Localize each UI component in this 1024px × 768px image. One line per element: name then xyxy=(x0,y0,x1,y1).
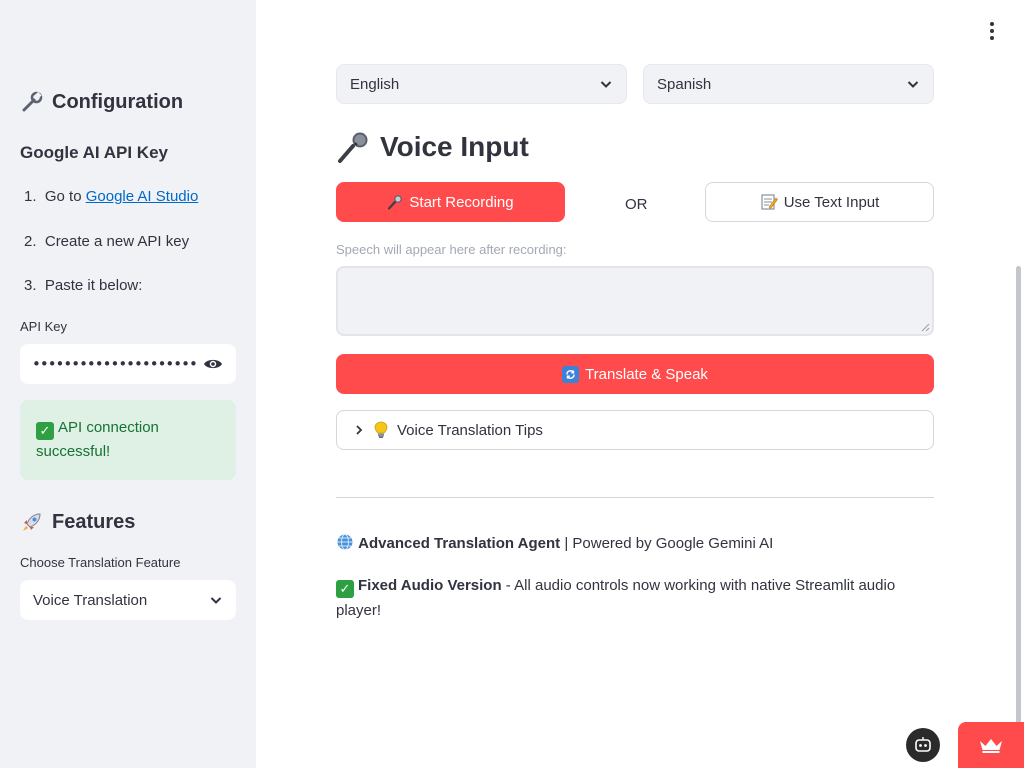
eye-icon[interactable] xyxy=(202,353,224,375)
memo-icon xyxy=(760,193,778,211)
crown-badge-icon[interactable] xyxy=(958,722,1024,768)
step-1: 1. Go to Google AI Studio xyxy=(24,188,198,205)
step-number: 1. xyxy=(24,188,37,205)
source-language-value: English xyxy=(350,75,400,93)
wrench-icon xyxy=(20,90,44,114)
resize-handle-icon[interactable] xyxy=(920,322,930,332)
chevron-right-icon xyxy=(353,424,365,436)
chevron-down-icon xyxy=(209,593,223,607)
step-number: 3. xyxy=(24,277,37,294)
voice-input-title: Voice Input xyxy=(380,131,529,162)
voice-tips-label: Voice Translation Tips xyxy=(397,421,543,439)
speech-textarea[interactable] xyxy=(336,266,934,336)
rocket-icon xyxy=(20,510,44,534)
success-message: API connection successful! xyxy=(36,419,159,460)
footer-version-name: Fixed Audio Version xyxy=(358,577,502,594)
sidebar: Configuration Google AI API Key 1. Go to… xyxy=(0,0,256,768)
api-key-field-wrapper xyxy=(20,344,236,384)
use-text-input-label: Use Text Input xyxy=(783,193,880,211)
footer-powered-by: | Powered by Google Gemini AI xyxy=(560,535,774,552)
microphone-icon xyxy=(336,130,370,164)
scrollbar[interactable] xyxy=(1016,266,1021,768)
voice-input-heading: Voice Input xyxy=(336,130,529,164)
success-alert: ✓ API connection successful! xyxy=(20,400,236,480)
step-text: Create a new API key xyxy=(44,233,190,250)
translate-speak-label: Translate & Speak xyxy=(585,365,708,383)
microphone-icon xyxy=(387,194,403,210)
api-key-label: API Key xyxy=(20,319,67,334)
features-title: Features xyxy=(52,510,136,533)
feature-select-label: Choose Translation Feature xyxy=(20,555,181,570)
google-ai-studio-link[interactable]: Google AI Studio xyxy=(86,188,199,205)
translate-speak-button[interactable]: Translate & Speak xyxy=(336,354,934,394)
feature-select[interactable]: Voice Translation xyxy=(20,580,236,620)
footer-line-2: ✓ Fixed Audio Version - All audio control… xyxy=(336,573,934,623)
check-icon: ✓ xyxy=(36,422,54,440)
step-3: 3. Paste it below: xyxy=(24,277,142,294)
footer-app-name: Advanced Translation Agent xyxy=(358,535,561,552)
target-language-value: Spanish xyxy=(657,75,712,93)
target-language-select[interactable]: Spanish xyxy=(643,64,934,104)
step-2: 2. Create a new API key xyxy=(24,233,189,250)
config-title: Configuration xyxy=(52,90,184,113)
lightbulb-icon xyxy=(373,421,389,439)
check-icon: ✓ xyxy=(336,579,354,598)
api-key-input[interactable] xyxy=(32,355,196,373)
bot-badge-icon[interactable] xyxy=(906,728,940,762)
footer-line-1: Advanced Translation Agent | Powered by … xyxy=(336,531,934,556)
start-recording-label: Start Recording xyxy=(409,193,514,211)
divider xyxy=(336,497,934,498)
feature-select-value: Voice Translation xyxy=(33,591,148,609)
features-heading: Features xyxy=(20,510,135,534)
step-number: 2. xyxy=(24,233,37,250)
step-text: Paste it below: xyxy=(44,277,143,294)
main-menu-button[interactable] xyxy=(983,20,1001,42)
use-text-input-button[interactable]: Use Text Input xyxy=(705,182,934,222)
chevron-down-icon xyxy=(599,77,613,91)
globe-icon xyxy=(336,533,354,551)
voice-tips-expander[interactable]: Voice Translation Tips xyxy=(336,410,934,450)
source-language-select[interactable]: English xyxy=(336,64,627,104)
or-separator: OR xyxy=(625,196,648,213)
chevron-down-icon xyxy=(906,77,920,91)
dot-icon xyxy=(990,29,994,33)
api-key-heading: Google AI API Key xyxy=(20,143,168,162)
start-recording-button[interactable]: Start Recording xyxy=(336,182,565,222)
dot-icon xyxy=(990,36,994,40)
speech-hint: Speech will appear here after recording: xyxy=(336,242,567,257)
refresh-icon xyxy=(562,365,580,383)
step-text: Go to xyxy=(44,188,86,205)
dot-icon xyxy=(990,22,994,26)
config-heading: Configuration xyxy=(20,90,183,114)
